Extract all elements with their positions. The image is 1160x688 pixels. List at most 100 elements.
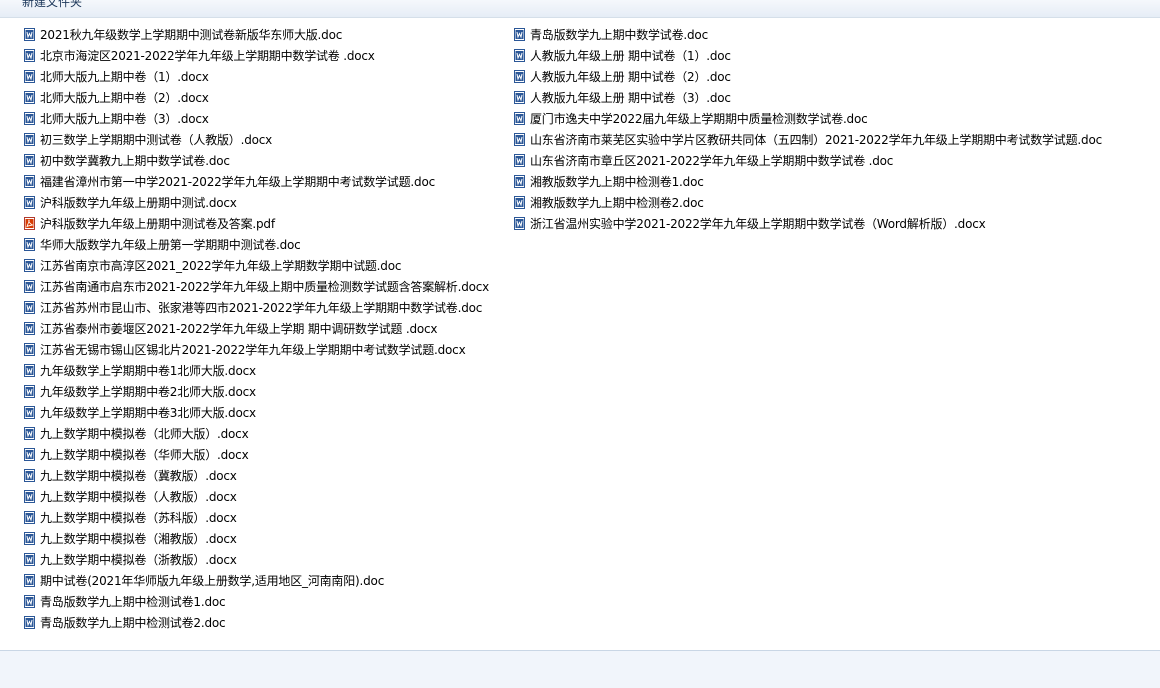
file-item[interactable]: 2021秋九年级数学上学期期中测试卷新版华东师大版.doc [24, 24, 489, 45]
file-name: 江苏省泰州市姜堰区2021-2022学年九年级上学期 期中调研数学试题 .doc… [40, 322, 438, 336]
file-item[interactable]: 九年级数学上学期期中卷1北师大版.docx [24, 360, 489, 381]
file-name: 九上数学期中模拟卷（浙教版）.docx [40, 553, 237, 567]
file-item[interactable]: 山东省济南市莱芜区实验中学片区教研共同体（五四制）2021-2022学年九年级上… [514, 129, 1102, 150]
word-icon [24, 385, 35, 398]
word-icon [514, 70, 525, 83]
file-name: 江苏省无锡市锡山区锡北片2021-2022学年九年级上学期期中考试数学试题.do… [40, 343, 466, 357]
file-item[interactable]: 期中试卷(2021年华师版九年级上册数学,适用地区_河南南阳).doc [24, 570, 489, 591]
file-name: 九上数学期中模拟卷（苏科版）.docx [40, 511, 237, 525]
file-item[interactable]: 沪科版数学九年级上册期中测试卷及答案.pdf [24, 213, 489, 234]
word-icon [514, 175, 525, 188]
file-item[interactable]: 湘教版数学九上期中检测卷2.doc [514, 192, 1102, 213]
file-item[interactable]: 九上数学期中模拟卷（冀教版）.docx [24, 465, 489, 486]
file-name: 山东省济南市莱芜区实验中学片区教研共同体（五四制）2021-2022学年九年级上… [530, 133, 1102, 147]
file-name: 人教版九年级上册 期中试卷（3）.doc [530, 91, 731, 105]
file-item[interactable]: 九上数学期中模拟卷（湘教版）.docx [24, 528, 489, 549]
word-icon [24, 490, 35, 503]
file-item[interactable]: 湘教版数学九上期中检测卷1.doc [514, 171, 1102, 192]
file-item[interactable]: 九上数学期中模拟卷（人教版）.docx [24, 486, 489, 507]
file-item[interactable]: 初中数学冀教九上期中数学试卷.doc [24, 150, 489, 171]
file-item[interactable]: 江苏省苏州市昆山市、张家港等四市2021-2022学年九年级上学期期中数学试卷.… [24, 297, 489, 318]
word-icon [24, 112, 35, 125]
pdf-icon [24, 217, 35, 230]
file-item[interactable]: 青岛版数学九上期中数学试卷.doc [514, 24, 1102, 45]
word-icon [514, 196, 525, 209]
file-name: 北师大版九上期中卷（1）.docx [40, 70, 209, 84]
file-item[interactable]: 九年级数学上学期期中卷2北师大版.docx [24, 381, 489, 402]
file-item[interactable]: 北师大版九上期中卷（1）.docx [24, 66, 489, 87]
file-name: 江苏省南京市高淳区2021_2022学年九年级上学期数学期中试题.doc [40, 259, 402, 273]
file-name: 福建省漳州市第一中学2021-2022学年九年级上学期期中考试数学试题.doc [40, 175, 435, 189]
file-name: 九上数学期中模拟卷（华师大版）.docx [40, 448, 249, 462]
command-bar: 新建文件夹 [0, 0, 1160, 18]
word-icon [24, 259, 35, 272]
file-item[interactable]: 青岛版数学九上期中检测试卷2.doc [24, 612, 489, 633]
file-item[interactable]: 江苏省泰州市姜堰区2021-2022学年九年级上学期 期中调研数学试题 .doc… [24, 318, 489, 339]
file-item[interactable]: 北师大版九上期中卷（3）.docx [24, 108, 489, 129]
file-item[interactable]: 初三数学上学期期中测试卷（人教版）.docx [24, 129, 489, 150]
word-icon [24, 154, 35, 167]
file-item[interactable]: 北京市海淀区2021-2022学年九年级上学期期中数学试卷 .docx [24, 45, 489, 66]
file-item[interactable]: 青岛版数学九上期中检测试卷1.doc [24, 591, 489, 612]
file-name: 九年级数学上学期期中卷3北师大版.docx [40, 406, 256, 420]
file-item[interactable]: 九上数学期中模拟卷（浙教版）.docx [24, 549, 489, 570]
file-name: 初三数学上学期期中测试卷（人教版）.docx [40, 133, 273, 147]
word-icon [24, 133, 35, 146]
file-item[interactable]: 人教版九年级上册 期中试卷（1）.doc [514, 45, 1102, 66]
word-icon [24, 175, 35, 188]
file-item[interactable]: 山东省济南市章丘区2021-2022学年九年级上学期期中数学试卷 .doc [514, 150, 1102, 171]
word-icon [514, 91, 525, 104]
file-item[interactable]: 厦门市逸夫中学2022届九年级上学期期中质量检测数学试卷.doc [514, 108, 1102, 129]
file-list-view[interactable]: 2021秋九年级数学上学期期中测试卷新版华东师大版.doc 北京市海淀区2021-… [0, 18, 1160, 650]
word-icon [24, 196, 35, 209]
file-name: 九上数学期中模拟卷（湘教版）.docx [40, 532, 237, 546]
file-item[interactable]: 北师大版九上期中卷（2）.docx [24, 87, 489, 108]
file-item[interactable]: 江苏省南京市高淳区2021_2022学年九年级上学期数学期中试题.doc [24, 255, 489, 276]
file-name: 浙江省温州实验中学2021-2022学年九年级上学期期中数学试卷（Word解析版… [530, 217, 986, 231]
file-name: 北师大版九上期中卷（3）.docx [40, 112, 209, 126]
file-item[interactable]: 九上数学期中模拟卷（北师大版）.docx [24, 423, 489, 444]
word-icon [24, 532, 35, 545]
file-column-left: 2021秋九年级数学上学期期中测试卷新版华东师大版.doc 北京市海淀区2021-… [24, 24, 489, 633]
file-item[interactable]: 华师大版数学九年级上册第一学期期中测试卷.doc [24, 234, 489, 255]
file-item[interactable]: 人教版九年级上册 期中试卷（2）.doc [514, 66, 1102, 87]
file-name: 青岛版数学九上期中检测试卷1.doc [40, 595, 226, 609]
word-icon [514, 49, 525, 62]
file-item[interactable]: 浙江省温州实验中学2021-2022学年九年级上学期期中数学试卷（Word解析版… [514, 213, 1102, 234]
file-name: 沪科版数学九年级上册期中测试卷及答案.pdf [40, 217, 275, 231]
file-name: 沪科版数学九年级上册期中测试.docx [40, 196, 237, 210]
status-bar [0, 651, 1160, 688]
word-icon [24, 469, 35, 482]
new-folder-button[interactable]: 新建文件夹 [22, 0, 82, 10]
word-icon [24, 238, 35, 251]
file-item[interactable]: 江苏省南通市启东市2021-2022学年九年级上期中质量检测数学试题含答案解析.… [24, 276, 489, 297]
file-name: 九上数学期中模拟卷（人教版）.docx [40, 490, 237, 504]
word-icon [24, 280, 35, 293]
file-name: 北师大版九上期中卷（2）.docx [40, 91, 209, 105]
file-name: 湘教版数学九上期中检测卷1.doc [530, 175, 704, 189]
file-item[interactable]: 九上数学期中模拟卷（苏科版）.docx [24, 507, 489, 528]
file-item[interactable]: 福建省漳州市第一中学2021-2022学年九年级上学期期中考试数学试题.doc [24, 171, 489, 192]
explorer-window: 新建文件夹 2021秋九年级数学上学期期中测试卷新版华东师大版.doc 北京市海淀… [0, 0, 1160, 688]
word-icon [24, 28, 35, 41]
file-item[interactable]: 江苏省无锡市锡山区锡北片2021-2022学年九年级上学期期中考试数学试题.do… [24, 339, 489, 360]
word-icon [514, 217, 525, 230]
file-name: 九年级数学上学期期中卷2北师大版.docx [40, 385, 256, 399]
file-name: 九年级数学上学期期中卷1北师大版.docx [40, 364, 256, 378]
word-icon [514, 154, 525, 167]
file-item[interactable]: 人教版九年级上册 期中试卷（3）.doc [514, 87, 1102, 108]
file-name: 九上数学期中模拟卷（北师大版）.docx [40, 427, 249, 441]
word-icon [24, 301, 35, 314]
file-name: 人教版九年级上册 期中试卷（1）.doc [530, 49, 731, 63]
word-icon [24, 322, 35, 335]
file-name: 北京市海淀区2021-2022学年九年级上学期期中数学试卷 .docx [40, 49, 375, 63]
file-item[interactable]: 九上数学期中模拟卷（华师大版）.docx [24, 444, 489, 465]
word-icon [24, 595, 35, 608]
file-item[interactable]: 沪科版数学九年级上册期中测试.docx [24, 192, 489, 213]
file-name: 初中数学冀教九上期中数学试卷.doc [40, 154, 230, 168]
word-icon [24, 343, 35, 356]
word-icon [514, 28, 525, 41]
word-icon [24, 49, 35, 62]
file-item[interactable]: 九年级数学上学期期中卷3北师大版.docx [24, 402, 489, 423]
file-name: 期中试卷(2021年华师版九年级上册数学,适用地区_河南南阳).doc [40, 574, 385, 588]
